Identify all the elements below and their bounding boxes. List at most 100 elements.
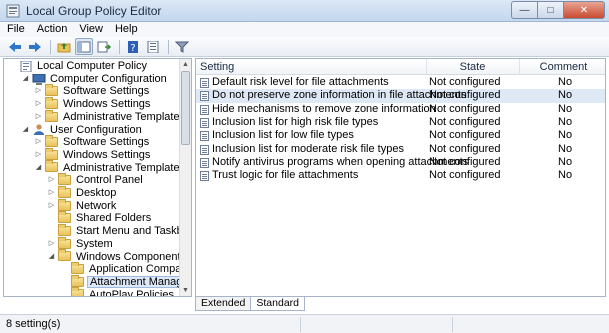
- tree-item-label: Windows Settings: [63, 148, 151, 161]
- table-row[interactable]: Default risk level for file attachments N…: [196, 76, 605, 89]
- tab-extended[interactable]: Extended: [195, 297, 252, 311]
- collapsed-arrow-icon[interactable]: ▷: [47, 238, 56, 251]
- setting-state: Not configured: [429, 102, 501, 115]
- table-row[interactable]: Inclusion list for moderate risk file ty…: [196, 143, 605, 156]
- tree-item-label: Administrative Templates: [63, 110, 186, 123]
- setting-name: Default risk level for file attachments: [212, 76, 389, 88]
- help-button[interactable]: ?: [124, 38, 142, 55]
- minimize-icon: —: [519, 4, 530, 16]
- scroll-down-arrow-icon[interactable]: ▼: [180, 285, 191, 296]
- folder-icon: [71, 262, 85, 275]
- setting-comment: No: [558, 115, 573, 128]
- folder-shape: [58, 211, 71, 224]
- folder-shape: [45, 109, 58, 122]
- table-row[interactable]: Trust logic for file attachments Not conf…: [196, 169, 605, 182]
- toolbar: ?: [0, 37, 609, 57]
- folder-icon: [58, 173, 72, 186]
- export-list-button[interactable]: [95, 38, 113, 55]
- folder-shape: [58, 198, 71, 211]
- folder-shape: [58, 249, 71, 262]
- folder-shape: [45, 84, 58, 97]
- table-row[interactable]: Do not preserve zone information in file…: [196, 89, 605, 103]
- setting-comment: No: [558, 89, 573, 102]
- maximize-button[interactable]: □: [537, 1, 563, 19]
- setting-name: Inclusion list for low file types: [212, 129, 354, 142]
- group-policy-app-icon: [6, 4, 20, 18]
- tree-item-label: Windows Settings: [63, 98, 151, 111]
- setting-comment: No: [558, 129, 573, 142]
- setting-name: Inclusion list for high risk file types: [212, 115, 379, 128]
- window-title: Local Group Policy Editor: [26, 4, 162, 18]
- folder-shape: [58, 223, 71, 236]
- table-row[interactable]: Inclusion list for low file types Not con…: [196, 129, 605, 142]
- expanded-arrow-icon[interactable]: ◢: [34, 162, 43, 175]
- collapsed-arrow-icon[interactable]: ▷: [47, 187, 56, 200]
- status-divider: [452, 317, 453, 332]
- tab-standard[interactable]: Standard: [250, 297, 305, 311]
- folder-icon: [71, 287, 85, 296]
- computer-icon: [32, 73, 46, 85]
- tree-item-label: Attachment Manager: [87, 276, 191, 289]
- folder-shape: [45, 96, 58, 109]
- collapsed-arrow-icon[interactable]: ▷: [34, 111, 43, 124]
- folder-icon: [58, 185, 72, 199]
- navigation-tree[interactable]: Local Computer Policy ◢ Computer Configura…: [3, 58, 192, 297]
- collapsed-arrow-icon[interactable]: ▷: [34, 85, 43, 98]
- minimize-button[interactable]: —: [511, 1, 537, 19]
- back-button[interactable]: [6, 38, 24, 55]
- tree-scrollbar[interactable]: ▲ ▼: [179, 59, 191, 296]
- column-header-state[interactable]: State: [426, 59, 518, 75]
- status-text: 8 setting(s): [6, 318, 61, 330]
- tree-item[interactable]: ◢ Administrative Templates: [34, 160, 187, 175]
- table-row[interactable]: Notify antivirus programs when opening a…: [196, 156, 605, 169]
- tree-item[interactable]: Attachment Manager: [60, 274, 191, 289]
- menu-view[interactable]: View: [73, 22, 109, 37]
- collapsed-arrow-icon[interactable]: ▷: [34, 149, 43, 162]
- expanded-arrow-icon[interactable]: ◢: [47, 251, 56, 264]
- up-one-level-button[interactable]: [55, 38, 73, 55]
- collapsed-arrow-icon[interactable]: ▷: [34, 98, 43, 111]
- computer-policy-icon: [19, 60, 33, 73]
- folder-icon: [58, 223, 72, 237]
- collapsed-arrow-icon[interactable]: ▷: [34, 136, 43, 149]
- toolbar-separator: [50, 39, 51, 54]
- table-row[interactable]: Hide mechanisms to remove zone informati…: [196, 102, 605, 116]
- menu-file[interactable]: File: [0, 22, 31, 37]
- tree-item[interactable]: ◢ User Configuration: [21, 124, 144, 137]
- folder-shape: [45, 147, 58, 160]
- tree-item-label: AutoPlay Policies: [89, 288, 174, 297]
- tree-item-label: Windows Components: [76, 250, 187, 263]
- tree-item[interactable]: Local Computer Policy: [8, 60, 149, 73]
- collapsed-arrow-icon[interactable]: ▷: [47, 174, 56, 187]
- tree-item[interactable]: Application Compatibility: [60, 262, 191, 276]
- expanded-arrow-icon[interactable]: ◢: [21, 73, 30, 86]
- scroll-up-arrow-icon[interactable]: ▲: [180, 59, 191, 70]
- tree-item-label: Network: [76, 199, 117, 212]
- scrollbar-thumb[interactable]: [181, 71, 190, 145]
- filter-button[interactable]: [173, 38, 191, 55]
- tree-item[interactable]: Start Menu and Taskbar: [47, 223, 191, 238]
- policy-setting-icon: [200, 131, 209, 142]
- folder-shape: [45, 135, 58, 148]
- forward-button[interactable]: [26, 38, 44, 55]
- menu-action[interactable]: Action: [31, 22, 74, 37]
- tree-item[interactable]: ▷ Administrative Templates: [34, 109, 187, 124]
- column-header-comment[interactable]: Comment: [519, 59, 605, 75]
- collapsed-arrow-icon[interactable]: ▷: [47, 200, 56, 213]
- up-folder-icon: [57, 42, 71, 52]
- expanded-arrow-icon[interactable]: ◢: [21, 124, 30, 137]
- table-row[interactable]: Inclusion list for high risk file types N…: [196, 115, 605, 129]
- setting-comment: No: [558, 76, 573, 88]
- tree-item[interactable]: ◢ Computer Configuration: [21, 73, 169, 86]
- show-hide-tree-button[interactable]: [75, 38, 93, 55]
- tree-item[interactable]: ◢ Windows Components: [47, 249, 188, 264]
- list-header: Setting State Comment: [196, 59, 605, 75]
- svg-text:?: ?: [130, 43, 135, 53]
- column-header-setting[interactable]: Setting: [200, 59, 425, 75]
- close-icon: ✕: [579, 4, 589, 16]
- tree-item[interactable]: AutoPlay Policies: [60, 287, 176, 297]
- close-button[interactable]: ✕: [563, 1, 605, 19]
- properties-button[interactable]: [144, 38, 162, 55]
- tree-item-label: User Configuration: [50, 123, 142, 136]
- menu-help[interactable]: Help: [109, 22, 144, 37]
